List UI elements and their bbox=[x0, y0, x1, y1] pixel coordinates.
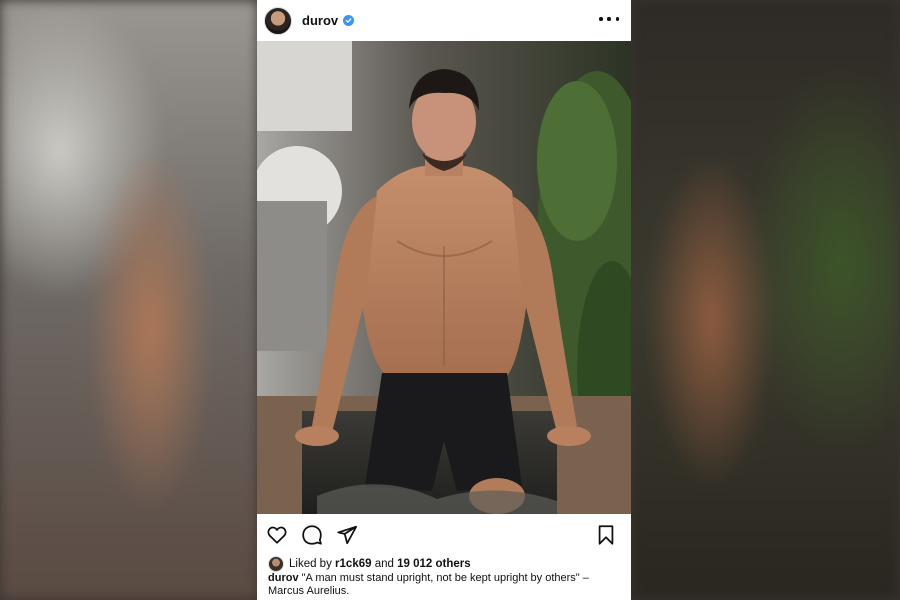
post-header: durov bbox=[257, 0, 631, 41]
verified-badge-icon bbox=[343, 15, 355, 26]
post-photo[interactable] bbox=[257, 41, 631, 514]
caption-username[interactable]: durov bbox=[268, 572, 299, 584]
post-username[interactable]: durov bbox=[302, 13, 338, 28]
heart-icon[interactable] bbox=[266, 524, 288, 546]
comment-bubble-icon[interactable] bbox=[301, 524, 323, 546]
liked-by-others[interactable]: 19 012 others bbox=[397, 558, 471, 570]
paper-plane-icon[interactable] bbox=[336, 524, 358, 546]
liked-by-prefix: Liked by bbox=[289, 558, 332, 570]
action-bar bbox=[257, 520, 631, 550]
more-horizontal-icon[interactable] bbox=[599, 12, 619, 26]
instagram-post: durov Liked by r1ck69 and 19 012 others … bbox=[257, 0, 631, 600]
screenshot-stage: durov Liked by r1ck69 and 19 012 others … bbox=[0, 0, 900, 600]
liked-by-user[interactable]: r1ck69 bbox=[335, 558, 371, 570]
blurred-backdrop-left bbox=[0, 0, 258, 600]
post-caption: durov "A man must stand upright, not be … bbox=[268, 572, 623, 598]
caption-text: "A man must stand upright, not be kept u… bbox=[268, 572, 589, 597]
liked-by-joiner: and bbox=[374, 558, 394, 570]
likes-summary: Liked by r1ck69 and 19 012 others bbox=[268, 556, 471, 572]
bookmark-icon[interactable] bbox=[595, 524, 617, 546]
blurred-backdrop-right bbox=[631, 0, 900, 600]
avatar[interactable] bbox=[264, 6, 292, 35]
liker-avatar bbox=[268, 556, 284, 572]
